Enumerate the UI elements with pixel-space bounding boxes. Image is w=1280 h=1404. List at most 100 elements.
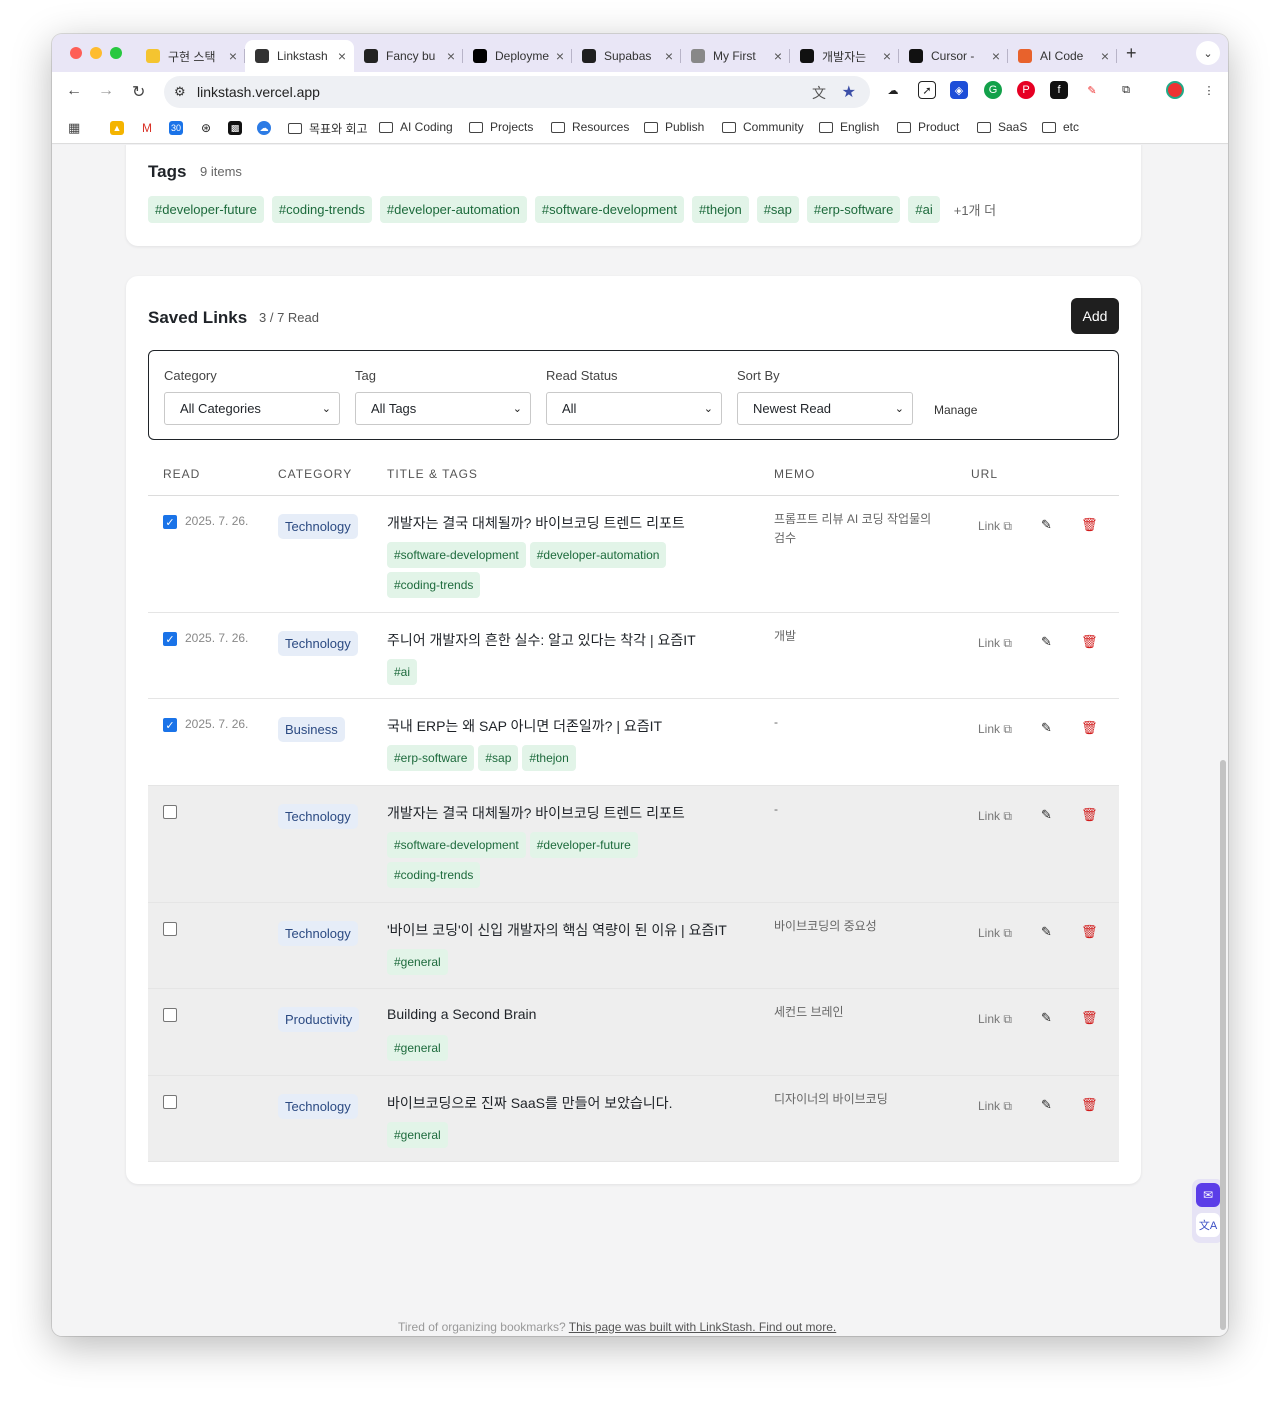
cloud-extension-icon[interactable]: ☁ — [884, 81, 902, 99]
read-status-select[interactable]: All ⌄ — [546, 392, 722, 425]
tag-chip[interactable]: #ai — [908, 196, 940, 223]
edit-icon[interactable]: ✎ — [1041, 1097, 1052, 1113]
chat-widget-icon[interactable]: ✉ — [1196, 1183, 1220, 1207]
back-arrow-icon[interactable]: ← — [66, 82, 82, 100]
grammarly-extension-icon[interactable]: G — [984, 81, 1002, 99]
edit-icon[interactable]: ✎ — [1041, 634, 1052, 650]
link-title[interactable]: Building a Second Brain — [387, 1006, 536, 1022]
bookmark-folder[interactable]: Publish — [644, 120, 704, 134]
external-link[interactable]: Link ⧉ — [978, 636, 1012, 651]
link-title[interactable]: '바이브 코딩'이 신입 개발자의 핵심 역량이 된 이유 | 요즘IT — [387, 920, 727, 940]
link-title[interactable]: 주니어 개발자의 흔한 실수: 알고 있다는 착각 | 요즘IT — [387, 630, 696, 650]
apps-grid-icon[interactable]: ▦ — [68, 120, 80, 136]
bookmark-folder[interactable]: SaaS — [977, 120, 1027, 134]
bitwarden-extension-icon[interactable]: ◈ — [950, 81, 968, 99]
cloud-app-icon[interactable]: ☁ — [257, 121, 271, 135]
read-checkbox[interactable] — [163, 1095, 177, 1109]
tag-chip[interactable]: #software-development — [387, 542, 526, 568]
trash-icon[interactable]: 🗑 — [1081, 1010, 1098, 1026]
link-title[interactable]: 바이브코딩으로 진짜 SaaS를 만들어 보았습니다. — [387, 1093, 673, 1113]
bookmark-folder[interactable]: Resources — [551, 120, 629, 134]
tag-select[interactable]: All Tags ⌄ — [355, 392, 531, 425]
add-link-button[interactable]: Add — [1071, 298, 1119, 334]
external-link[interactable]: Link ⧉ — [978, 722, 1012, 737]
read-checkbox[interactable] — [163, 922, 177, 936]
new-tab-button[interactable]: + — [1126, 43, 1137, 64]
tag-chip[interactable]: #software-development — [534, 196, 685, 223]
extensions-puzzle-icon[interactable]: ⧉ — [1117, 81, 1135, 99]
reload-icon[interactable]: ↻ — [132, 82, 145, 102]
tag-chip[interactable]: #ai — [387, 659, 418, 685]
url-text[interactable]: linkstash.vercel.app — [197, 84, 320, 100]
gmail-icon[interactable]: M — [140, 121, 154, 135]
browser-tab[interactable]: Deployme × — [463, 40, 572, 72]
trash-icon[interactable]: 🗑 — [1081, 720, 1098, 736]
page-scrollbar[interactable] — [1220, 760, 1226, 1330]
external-link[interactable]: Link ⧉ — [978, 1099, 1012, 1114]
close-window-button[interactable] — [70, 47, 82, 59]
maximize-window-button[interactable] — [110, 47, 122, 59]
tag-chip[interactable]: #sap — [756, 196, 799, 223]
read-checkbox[interactable]: ✓ — [163, 718, 177, 732]
trash-icon[interactable]: 🗑 — [1081, 1097, 1098, 1113]
site-info-icon[interactable]: ⚙ — [174, 84, 186, 100]
link-title[interactable]: 국내 ERP는 왜 SAP 아니면 더존일까? | 요즘IT — [387, 716, 662, 736]
browser-tab[interactable]: Cursor - × — [899, 40, 1008, 72]
close-tab-icon[interactable]: × — [229, 48, 237, 64]
bookmark-folder[interactable]: Community — [722, 120, 804, 134]
tag-chip[interactable]: #developer-future — [529, 832, 638, 858]
pen-extension-icon[interactable]: ✎ — [1083, 81, 1101, 99]
read-checkbox[interactable] — [163, 805, 177, 819]
edit-icon[interactable]: ✎ — [1041, 720, 1052, 736]
translate-widget-icon[interactable]: 文A — [1196, 1213, 1220, 1237]
external-link[interactable]: Link ⧉ — [978, 1012, 1012, 1027]
edit-icon[interactable]: ✎ — [1041, 517, 1052, 533]
link-title[interactable]: 개발자는 결국 대체될까? 바이브코딩 트렌드 리포트 — [387, 803, 685, 823]
category-select[interactable]: All Categories ⌄ — [164, 392, 340, 425]
browser-tab[interactable]: Supabas × — [572, 40, 681, 72]
forward-arrow-icon[interactable]: → — [98, 82, 114, 100]
tag-chip[interactable]: #developer-automation — [529, 542, 667, 568]
bookmark-folder[interactable]: Product — [897, 120, 959, 134]
edit-icon[interactable]: ✎ — [1041, 807, 1052, 823]
bookmark-folder[interactable]: 목표와 회고 — [288, 120, 368, 137]
tag-chip[interactable]: #sap — [478, 745, 519, 771]
grid-app-icon[interactable]: ▩ — [228, 121, 242, 135]
trash-icon[interactable]: 🗑 — [1081, 807, 1098, 823]
tag-chip[interactable]: #general — [387, 949, 448, 975]
minimize-window-button[interactable] — [90, 47, 102, 59]
sort-select[interactable]: Newest Read ⌄ — [737, 392, 913, 425]
trash-icon[interactable]: 🗑 — [1081, 517, 1098, 533]
pinterest-extension-icon[interactable]: P — [1017, 81, 1035, 99]
tag-chip[interactable]: #coding-trends — [387, 862, 481, 888]
close-tab-icon[interactable]: × — [992, 48, 1000, 64]
calendar-icon[interactable]: 30 — [169, 121, 183, 135]
tag-chip[interactable]: #general — [387, 1035, 448, 1061]
bookmark-folder[interactable]: AI Coding — [379, 120, 453, 134]
tag-chip[interactable]: #coding-trends — [271, 196, 372, 223]
browser-tab[interactable]: Fancy bu × — [354, 40, 463, 72]
tag-chip[interactable]: #developer-future — [148, 196, 264, 223]
font-extension-icon[interactable]: f — [1050, 81, 1068, 99]
tag-chip[interactable]: #thejon — [692, 196, 749, 223]
google-drive-icon[interactable]: ▲ — [110, 121, 124, 135]
external-link[interactable]: Link ⧉ — [978, 926, 1012, 941]
tag-chip[interactable]: #erp-software — [387, 745, 475, 771]
browser-tab[interactable]: 개발자는 × — [790, 40, 899, 72]
send-extension-icon[interactable]: ➚ — [918, 81, 936, 99]
link-title[interactable]: 개발자는 결국 대체될까? 바이브코딩 트렌드 리포트 — [387, 513, 685, 533]
tag-chip[interactable]: #thejon — [522, 745, 576, 771]
read-checkbox[interactable] — [163, 1008, 177, 1022]
tab-search-chevron-icon[interactable]: ⌄ — [1196, 41, 1220, 65]
tag-chip[interactable]: #erp-software — [806, 196, 901, 223]
read-checkbox[interactable]: ✓ — [163, 515, 177, 529]
read-checkbox[interactable]: ✓ — [163, 632, 177, 646]
address-bar[interactable]: ⚙ linkstash.vercel.app 文 ★ — [164, 76, 870, 108]
manage-button[interactable]: Manage — [934, 403, 977, 417]
external-link[interactable]: Link ⧉ — [978, 809, 1012, 824]
close-tab-icon[interactable]: × — [1101, 48, 1109, 64]
translate-icon[interactable]: 文 — [812, 83, 826, 103]
bookmark-folder[interactable]: etc — [1042, 120, 1079, 134]
close-tab-icon[interactable]: × — [883, 48, 891, 64]
tag-chip[interactable]: #general — [387, 1122, 448, 1148]
